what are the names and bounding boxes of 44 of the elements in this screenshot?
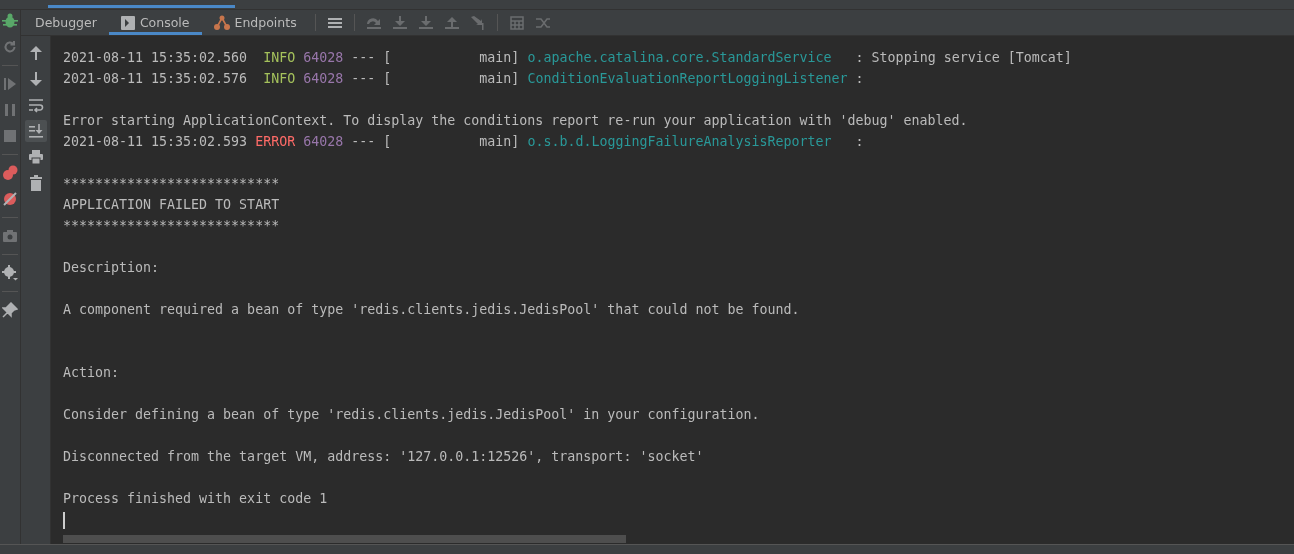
process-id: 64028 xyxy=(303,71,344,86)
console-text: *************************** xyxy=(63,218,280,233)
console-text: *************************** xyxy=(63,176,280,191)
logger-link[interactable]: o.s.b.d.LoggingFailureAnalysisReporter xyxy=(527,131,856,152)
log-message: : Stopping service [Tomcat] xyxy=(855,50,1072,65)
panel-tab[interactable]: Debugger xyxy=(23,10,109,35)
console-text: Description: xyxy=(63,260,160,275)
text-cursor xyxy=(63,511,65,529)
log-timestamp: 2021-08-11 15:35:02.593 xyxy=(63,134,248,149)
endpoints-icon xyxy=(213,14,230,31)
bug-icon[interactable] xyxy=(2,13,18,29)
scroll-to-end-icon[interactable] xyxy=(24,120,47,142)
log-separator: --- xyxy=(351,71,376,86)
log-level: ERROR xyxy=(255,133,296,151)
process-id: 64028 xyxy=(303,134,344,149)
mute-breakpoints-icon[interactable] xyxy=(2,191,18,207)
log-message: : xyxy=(855,134,864,149)
log-level: INFO xyxy=(262,70,296,88)
log-message: : xyxy=(855,71,864,86)
breakpoints-icon[interactable] xyxy=(2,165,18,181)
thread-name: [ main] xyxy=(383,50,520,65)
settings-icon[interactable] xyxy=(2,265,18,281)
console-text: Process finished with exit code 1 xyxy=(63,491,328,506)
log-separator: --- xyxy=(351,50,376,65)
console-text: Disconnected from the target VM, address: '127.0.0.1:12526', transport: 'socket' xyxy=(63,449,704,464)
logger-link[interactable]: ConditionEvaluationReportLoggingListener xyxy=(527,68,856,89)
panel-tab[interactable]: Endpoints xyxy=(201,10,309,35)
log-timestamp: 2021-08-11 15:35:02.560 xyxy=(63,50,248,65)
console-icon xyxy=(120,15,135,30)
scrollbar-thumb[interactable] xyxy=(63,535,626,543)
log-separator: --- xyxy=(351,134,376,149)
pin-icon[interactable] xyxy=(2,302,18,318)
console-text: Error starting ApplicationContext. To display the conditions report re-run your application with 'debug' enabled. xyxy=(63,113,968,128)
panel-tab[interactable]: Console xyxy=(108,10,202,35)
console-text: APPLICATION FAILED TO START xyxy=(63,197,280,212)
thread-name: [ main] xyxy=(383,134,520,149)
log-timestamp: 2021-08-11 15:35:02.576 xyxy=(63,71,248,86)
log-level: INFO xyxy=(262,49,296,67)
console-text: A component required a bean of type 'redis.clients.jedis.JedisPool' that could not be found. xyxy=(63,302,800,317)
process-id: 64028 xyxy=(303,50,344,65)
console-text: Consider defining a bean of type 'redis.clients.jedis.JedisPool' in your configuration. xyxy=(63,407,760,422)
thread-name: [ main] xyxy=(383,71,520,86)
console-text: Action: xyxy=(63,365,120,380)
logger-link[interactable]: o.apache.catalina.core.StandardService xyxy=(527,47,856,68)
